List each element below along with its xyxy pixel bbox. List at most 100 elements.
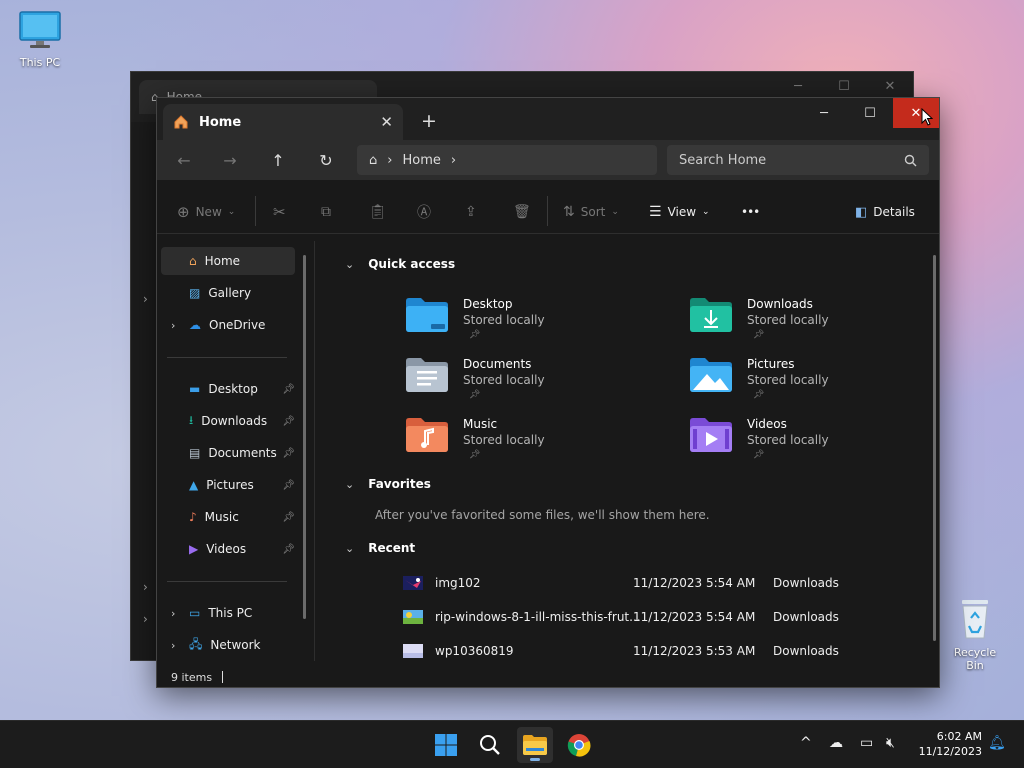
chevron-right-icon: › [143, 292, 148, 306]
close-icon[interactable]: ✕ [867, 72, 913, 100]
minimize-button[interactable]: ─ [801, 98, 847, 128]
search-icon [904, 154, 917, 166]
search-input[interactable]: Search Home [679, 153, 766, 168]
recent-file-location: Downloads [773, 610, 839, 624]
quick-access-item-documents[interactable]: Documents Stored locally 📌︎ [405, 357, 645, 413]
recent-file-date: 11/12/2023 5:54 AM [633, 610, 756, 624]
add-circle-icon: ⊕ [177, 203, 190, 221]
network-status-icon[interactable]: ▭ [860, 735, 873, 751]
volume-muted-icon[interactable]: 🔇︎ [886, 735, 895, 751]
clipboard-icon: 📋︎ [369, 204, 387, 220]
rename-button[interactable]: Ⓐ [417, 201, 431, 223]
pin-icon[interactable]: 📌︎ [282, 448, 295, 459]
maximize-button[interactable]: ☐ [847, 98, 893, 128]
quick-access-item-downloads[interactable]: Downloads Stored locally 📌︎ [689, 297, 929, 353]
content-scrollbar[interactable] [933, 255, 936, 641]
search-box[interactable]: Search Home [667, 145, 929, 175]
forward-button[interactable]: → [215, 148, 245, 172]
home-icon: ⌂ [369, 152, 378, 168]
address-bar[interactable]: ⌂ › Home › [357, 145, 657, 175]
copy-button[interactable]: ⧉ [321, 201, 331, 223]
favorites-header[interactable]: ⌄ Favorites [345, 477, 431, 491]
sidebar-item-music[interactable]: ♪ Music 📌︎ [161, 503, 295, 531]
sidebar-scrollbar[interactable] [303, 255, 306, 619]
sidebar-item-downloads[interactable]: ⭳ Downloads 📌︎ [161, 407, 295, 435]
quick-access-item-desktop[interactable]: Desktop Stored locally 📌︎ [405, 297, 645, 353]
pictures-folder-icon [690, 358, 732, 392]
more-options-button[interactable]: ••• [741, 201, 760, 223]
chevron-right-icon[interactable]: › [171, 639, 175, 652]
refresh-button[interactable]: ↻ [311, 148, 341, 172]
delete-button[interactable]: 🗑︎ [513, 201, 531, 223]
pin-icon[interactable]: 📌︎ [282, 512, 295, 523]
quick-access-item-music[interactable]: Music Stored locally 📌︎ [405, 417, 645, 473]
recent-file-name: img102 [435, 576, 481, 590]
pin-icon[interactable]: 📌︎ [282, 384, 295, 395]
quick-access-item-pictures[interactable]: Pictures Stored locally 📌︎ [689, 357, 929, 413]
sidebar-item-videos[interactable]: ▶ Videos 📌︎ [161, 535, 295, 563]
pin-icon: 📌︎ [753, 390, 765, 400]
sidebar-item-home[interactable]: ⌂ Home [161, 247, 295, 275]
recent-file-row[interactable]: rip-windows-8-1-ill-miss-this-frut... 11… [403, 607, 923, 627]
pin-icon: 📌︎ [753, 450, 765, 460]
chrome-icon [567, 734, 591, 757]
maximize-icon[interactable]: ☐ [821, 72, 867, 100]
tab-home[interactable]: Home ✕ [163, 104, 403, 140]
system-clock[interactable]: 6:02 AM 11/12/2023 [919, 729, 982, 759]
paste-button[interactable]: 📋︎ [369, 201, 387, 223]
back-button[interactable]: ← [169, 148, 199, 172]
chevron-right-icon[interactable]: › [451, 153, 456, 168]
details-button[interactable]: ◧ Details [855, 201, 915, 223]
view-button-label: View [667, 205, 697, 219]
details-pane-icon: ◧ [855, 204, 868, 220]
desktop-icon-label: This PC [19, 56, 61, 69]
search-taskbar-button[interactable] [472, 727, 508, 763]
chrome-taskbar-button[interactable] [561, 727, 597, 763]
sidebar-item-gallery[interactable]: ▨ Gallery [161, 279, 295, 307]
pin-icon[interactable]: 📌︎ [282, 480, 295, 491]
gallery-icon: ▨ [189, 286, 201, 300]
pin-icon[interactable]: 📌︎ [282, 544, 295, 555]
recycle-bin-icon [962, 600, 988, 639]
sidebar-item-label: Home [204, 254, 241, 268]
chevron-down-icon: ⌄ [345, 541, 355, 555]
sidebar-item-label: Downloads [201, 414, 268, 428]
caption-buttons: ─ ☐ ✕ [801, 98, 939, 128]
view-button[interactable]: ☰ View ⌄ [649, 201, 710, 223]
chevron-right-icon[interactable]: › [171, 607, 175, 620]
sidebar-item-this-pc[interactable]: › ▭ This PC [161, 599, 295, 627]
new-button[interactable]: ⊕ New ⌄ [177, 201, 235, 223]
quick-access-header[interactable]: ⌄ Quick access [345, 257, 455, 271]
sidebar-item-label: Music [204, 510, 239, 524]
recent-file-row[interactable]: img102 11/12/2023 5:54 AM Downloads [403, 573, 923, 593]
recent-header[interactable]: ⌄ Recent [345, 541, 415, 555]
sidebar-item-pictures[interactable]: ▲ Pictures 📌︎ [161, 471, 295, 499]
close-tab-icon[interactable]: ✕ [380, 113, 393, 131]
cut-button[interactable]: ✂ [273, 201, 286, 223]
sidebar-item-desktop[interactable]: ▬ Desktop 📌︎ [161, 375, 295, 403]
home-icon [174, 115, 188, 129]
up-button[interactable]: ↑ [263, 148, 293, 172]
recent-file-row[interactable]: wp10360819 11/12/2023 5:53 AM Downloads [403, 641, 923, 661]
minimize-icon: ─ [820, 105, 828, 121]
show-hidden-icons-chevron-icon[interactable]: ^ [800, 735, 812, 751]
share-button[interactable]: ⇪ [465, 201, 477, 223]
sort-button[interactable]: ⇅ Sort ⌄ [563, 201, 619, 223]
notification-bell-icon[interactable]: 🔔︎ [988, 735, 1006, 751]
sidebar-item-documents[interactable]: ▤ Documents 📌︎ [161, 439, 295, 467]
pin-icon[interactable]: 📌︎ [282, 416, 295, 427]
onedrive-offline-icon[interactable]: ☁ [829, 735, 843, 751]
address-location[interactable]: Home [402, 153, 440, 168]
chevron-right-icon[interactable]: › [171, 319, 175, 332]
desktop-icon-this-pc[interactable]: This PC [14, 10, 66, 69]
sidebar-item-network[interactable]: › 🖧︎ Network [161, 631, 295, 659]
minimize-icon[interactable]: ─ [775, 72, 821, 100]
desktop-icon-recycle-bin[interactable]: Recycle Bin [944, 598, 1006, 672]
start-button[interactable] [428, 727, 464, 763]
quick-access-item-videos[interactable]: Videos Stored locally 📌︎ [689, 417, 929, 473]
explorer-window[interactable]: Home ✕ + ─ ☐ ✕ ← → ↑ ↻ ⌂ › Home › Search… [156, 97, 940, 688]
download-icon: ⭳ [189, 412, 194, 427]
file-explorer-taskbar-button[interactable] [517, 727, 553, 763]
new-tab-button[interactable]: + [415, 108, 443, 134]
sidebar-item-onedrive[interactable]: › ☁ OneDrive [161, 311, 295, 339]
